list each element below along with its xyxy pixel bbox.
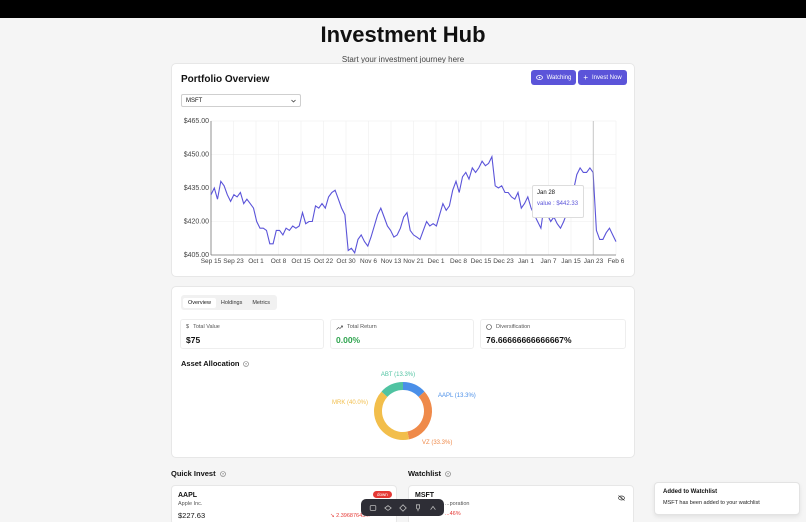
donut-slice[interactable] [402, 382, 425, 398]
donut-slice-label: AAPL (13.3%) [438, 393, 476, 399]
quick-invest-label: Quick Invest [171, 469, 216, 478]
price-chart[interactable]: $465.00$450.00$435.00$420.00$405.00Sep 1… [172, 64, 636, 278]
tooltip-date: Jan 28 [537, 190, 556, 196]
x-tick-label: Jan 23 [584, 258, 604, 265]
x-tick-label: Dec 8 [450, 258, 467, 265]
y-tick-label: $435.00 [184, 185, 209, 192]
x-tick-label: Jan 1 [518, 258, 534, 265]
svg-text:?: ? [222, 472, 224, 476]
toast-message: MSFT has been added to your watchlist [663, 500, 760, 506]
x-tick-label: Nov 13 [381, 258, 402, 265]
svg-text:?: ? [447, 472, 449, 476]
x-tick-label: Dec 1 [428, 258, 445, 265]
x-tick-label: Dec 23 [493, 258, 514, 265]
donut-slice[interactable] [407, 391, 432, 440]
watchlist-label: Watchlist [408, 469, 442, 478]
donut-slice-label: ABT (13.3%) [381, 372, 415, 378]
trend-badge: down [373, 491, 392, 498]
eye-off-icon[interactable] [618, 495, 625, 501]
page-title: Investment Hub [320, 22, 486, 47]
allocation-donut-chart[interactable]: AAPL (13.3%) VZ (33.3%) MRK (40.0%) ABT (13… [172, 287, 636, 459]
toolbar-icon-5[interactable] [428, 503, 437, 512]
help-icon[interactable]: ? [445, 470, 451, 477]
stock-price: $227.63 [178, 511, 206, 520]
y-tick-label: $450.00 [184, 152, 209, 159]
toolbar-icon-1[interactable] [368, 503, 377, 512]
y-tick-label: $465.00 [184, 118, 209, 125]
donut-slice[interactable] [381, 382, 404, 398]
x-tick-label: Sep 23 [223, 258, 244, 265]
x-tick-label: Feb 6 [608, 258, 625, 265]
x-tick-label: Oct 8 [271, 258, 287, 265]
donut-slice-label: MRK (40.0%) [332, 400, 368, 406]
watchlist-company: ...poration [445, 501, 470, 507]
toast-title: Added to Watchlist [663, 489, 718, 495]
toolbar-icon-4[interactable] [413, 503, 422, 512]
stock-symbol: AAPL [178, 492, 198, 499]
toolbar-icon-3[interactable] [398, 503, 407, 512]
x-tick-label: Nov 21 [403, 258, 424, 265]
x-tick-label: Oct 22 [314, 258, 334, 265]
x-tick-label: Jan 7 [541, 258, 557, 265]
donut-slice-label: VZ (33.3%) [422, 440, 452, 446]
quick-invest-title: Quick Invest ? [171, 469, 226, 478]
watchlist-change: ...46% [445, 511, 461, 517]
watchlist-title: Watchlist ? [408, 469, 451, 478]
tooltip-value: value : $442.33 [537, 201, 579, 207]
x-tick-label: Sep 15 [201, 258, 222, 265]
x-tick-label: Dec 15 [471, 258, 492, 265]
x-tick-label: Nov 6 [360, 258, 377, 265]
x-tick-label: Oct 15 [291, 258, 311, 265]
chart-tooltip: Jan 28 value : $442.33 [532, 185, 584, 218]
browser-top-bar [0, 0, 806, 18]
x-tick-label: Jan 15 [561, 258, 581, 265]
hero: Investment Hub Start your investment jou… [0, 18, 806, 64]
help-icon[interactable]: ? [219, 470, 226, 477]
company-name: Apple Inc. [178, 501, 203, 507]
watchlist-symbol: MSFT [415, 492, 435, 499]
overview-card: Overview Holdings Metrics $ Total Value $… [171, 286, 635, 458]
x-tick-label: Oct 30 [336, 258, 356, 265]
toast-notification: Added to Watchlist MSFT has been added t… [654, 482, 800, 515]
donut-slice[interactable] [374, 391, 410, 440]
toolbar-icon-2[interactable] [383, 503, 392, 512]
x-tick-label: Oct 1 [248, 258, 264, 265]
portfolio-overview-card: Portfolio Overview Watching + Invest Now… [171, 63, 635, 277]
floating-toolbar [361, 499, 444, 516]
y-tick-label: $420.00 [184, 219, 209, 226]
